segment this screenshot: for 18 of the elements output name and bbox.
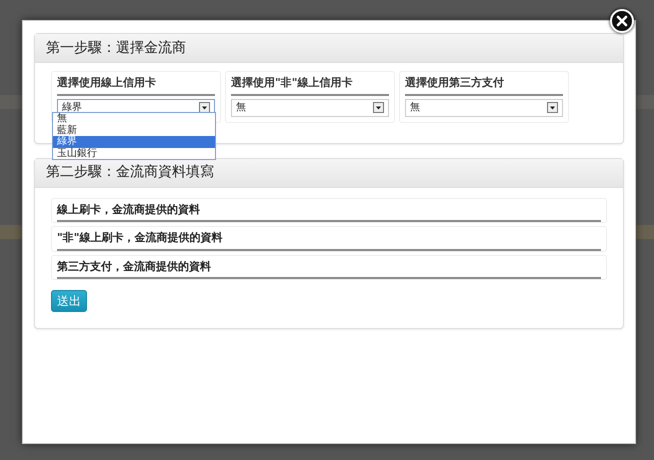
selected-value: 綠界: [62, 100, 82, 113]
panel-title: 第二步驟：金流商資料填寫: [35, 158, 623, 188]
panel-title: 第一步驟：選擇金流商: [35, 34, 623, 63]
field-label: 選擇使用第三方支付: [405, 75, 563, 96]
section-heading: 線上刷卡，金流商提供的資料: [57, 200, 601, 222]
section-heading: "非"線上刷卡，金流商提供的資料: [57, 228, 601, 250]
section-heading: 第三方支付，金流商提供的資料: [57, 256, 601, 279]
dropdown-field[interactable]: 無: [405, 98, 563, 116]
dropdown-option[interactable]: 綠界: [53, 136, 215, 148]
close-button[interactable]: [610, 9, 634, 33]
field-label: 選擇使用"非"線上信用卡: [231, 75, 389, 96]
close-icon: [616, 15, 628, 27]
dropdown-option[interactable]: 藍新: [53, 124, 215, 136]
selected-value: 無: [410, 101, 420, 115]
field-label: 選擇使用線上信用卡: [57, 75, 215, 96]
dropdown-field[interactable]: 無: [231, 98, 389, 116]
selected-value: 無: [236, 101, 246, 115]
dropdown-option[interactable]: 玉山銀行: [53, 148, 215, 159]
